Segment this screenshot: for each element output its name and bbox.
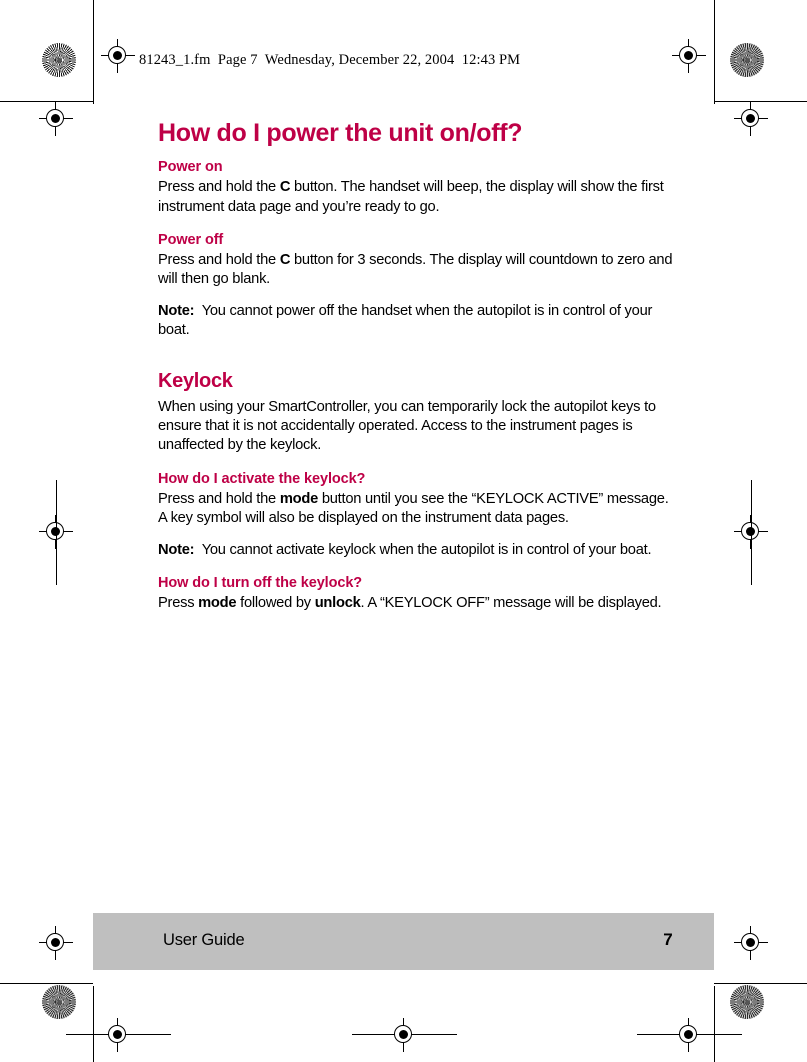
trim-line-bottom-left bbox=[0, 983, 93, 984]
emphasis-run: unlock bbox=[314, 594, 361, 611]
footer-page-number: 7 bbox=[663, 930, 673, 949]
registration-mark-mid-right bbox=[734, 515, 768, 549]
emphasis-run: C bbox=[279, 179, 291, 196]
page-footer: User Guide 7 bbox=[93, 913, 714, 970]
registration-mark-corner-top-right bbox=[734, 102, 768, 136]
section-heading-keylock: Keylock bbox=[158, 369, 233, 392]
trim-line-right bbox=[714, 0, 715, 104]
density-target-top-left bbox=[42, 43, 76, 77]
emphasis-run: mode bbox=[279, 490, 318, 507]
paragraph-power-off: Press and hold the C button for 3 second… bbox=[158, 251, 673, 288]
note-label: Note: bbox=[158, 541, 195, 558]
registration-mark-top-left-inner bbox=[101, 39, 135, 73]
trim-line-bottom-inner-left-a bbox=[66, 1034, 102, 1035]
registration-mark-corner-bottom-right bbox=[734, 926, 768, 960]
registration-mark-bottom-center bbox=[387, 1018, 421, 1052]
trim-line-right-lower bbox=[714, 986, 715, 1062]
trim-line-bottom-inner-left-b bbox=[135, 1034, 171, 1035]
note-text: You cannot activate keylock when the aut… bbox=[201, 541, 652, 558]
paragraph-keylock-intro: When using your SmartController, you can… bbox=[158, 398, 656, 454]
subheading-activate-keylock: How do I activate the keylock? bbox=[158, 470, 366, 487]
subheading-turn-off-keylock: How do I turn off the keylock? bbox=[158, 574, 363, 591]
file-slug-line: 81243_1.fm Page 7 Wednesday, December 22… bbox=[139, 52, 521, 68]
density-target-bottom-right bbox=[730, 985, 764, 1019]
paragraph-power-on: Press and hold the C button. The handset… bbox=[158, 179, 664, 215]
trim-line-bottom-inner-right-a bbox=[637, 1034, 673, 1035]
registration-mark-bottom-right-inner bbox=[672, 1018, 706, 1052]
paragraph-turn-off-keylock: Press mode followed by unlock. A “KEYLOC… bbox=[158, 594, 662, 611]
note-keylock: Note: You cannot activate keylock when t… bbox=[158, 541, 676, 560]
trim-line-bottom-center-left bbox=[352, 1034, 388, 1035]
trim-line-left-lower bbox=[93, 986, 94, 1062]
subheading-power-on: Power on bbox=[158, 159, 223, 176]
registration-mark-corner-top-left bbox=[39, 102, 73, 136]
note-power-off: Note: You cannot power off the handset w… bbox=[158, 302, 676, 341]
trim-line-left bbox=[93, 0, 94, 104]
page-title: How do I power the unit on/off? bbox=[158, 119, 523, 147]
emphasis-run: C bbox=[279, 251, 291, 268]
trim-line-bottom-right bbox=[714, 983, 807, 984]
trim-line-bottom-center-right bbox=[421, 1034, 457, 1035]
page-content: How do I power the unit on/off? Power on… bbox=[158, 120, 676, 613]
emphasis-run: mode bbox=[198, 594, 237, 611]
footer-label: User Guide bbox=[163, 931, 245, 949]
trim-line-bottom-inner-right-b bbox=[706, 1034, 742, 1035]
registration-mark-top-right-inner bbox=[672, 39, 706, 73]
note-label: Note: bbox=[158, 302, 195, 319]
registration-mark-bottom-left-inner bbox=[101, 1018, 135, 1052]
trim-line-mid-left bbox=[56, 480, 57, 585]
registration-mark-corner-bottom-left bbox=[39, 926, 73, 960]
density-target-bottom-left bbox=[42, 985, 76, 1019]
registration-mark-mid-left bbox=[39, 515, 73, 549]
trim-line-mid-right bbox=[751, 480, 752, 585]
paragraph-activate-keylock: Press and hold the mode button until you… bbox=[158, 490, 669, 527]
trim-line-top-right bbox=[714, 101, 807, 102]
subheading-power-off: Power off bbox=[158, 232, 224, 248]
density-target-top-right bbox=[730, 43, 764, 77]
trim-line-top-left bbox=[0, 101, 93, 102]
note-text: You cannot power off the handset when th… bbox=[158, 302, 653, 339]
